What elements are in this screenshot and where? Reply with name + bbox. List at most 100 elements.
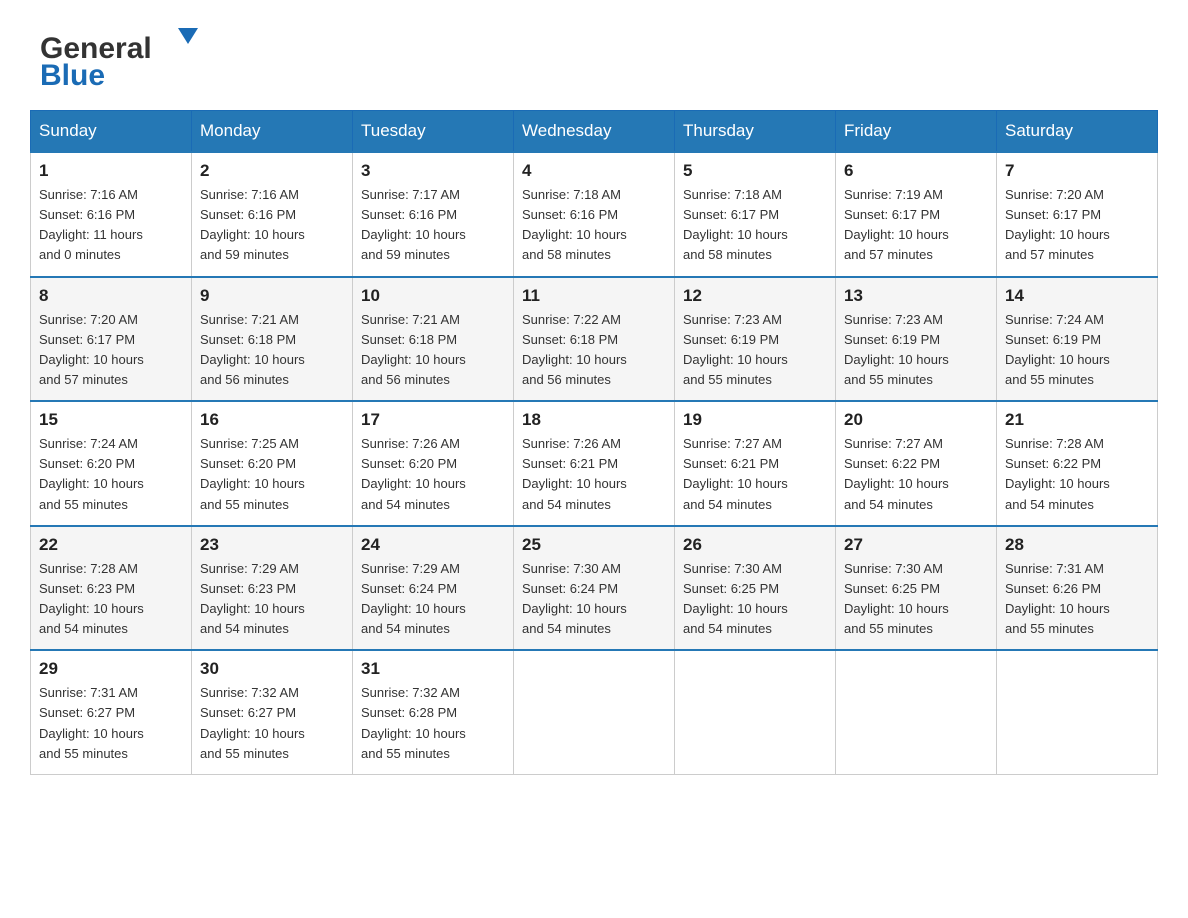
calendar-cell: 6Sunrise: 7:19 AMSunset: 6:17 PMDaylight… <box>836 152 997 277</box>
day-info: Sunrise: 7:22 AMSunset: 6:18 PMDaylight:… <box>522 310 666 391</box>
day-info: Sunrise: 7:17 AMSunset: 6:16 PMDaylight:… <box>361 185 505 266</box>
day-number: 28 <box>1005 535 1149 555</box>
logo-svg: General Blue <box>30 20 210 90</box>
calendar-header-thursday: Thursday <box>675 111 836 153</box>
calendar-cell: 24 Sunrise: 7:29 AMSunset: 6:24 PMDayligh… <box>353 526 514 651</box>
day-number: 18 <box>522 410 666 430</box>
day-number: 3 <box>361 161 505 181</box>
calendar-cell: 16 Sunrise: 7:25 AMSunset: 6:20 PMDayligh… <box>192 401 353 526</box>
day-info: Sunrise: 7:20 AMSunset: 6:17 PMDaylight:… <box>39 310 183 391</box>
calendar-cell: 10Sunrise: 7:21 AMSunset: 6:18 PMDayligh… <box>353 277 514 402</box>
day-info: Sunrise: 7:31 AMSunset: 6:26 PMDaylight:… <box>1005 559 1149 640</box>
day-number: 11 <box>522 286 666 306</box>
day-number: 12 <box>683 286 827 306</box>
day-info: Sunrise: 7:21 AMSunset: 6:18 PMDaylight:… <box>361 310 505 391</box>
page-header: General Blue <box>30 20 1158 90</box>
day-info: Sunrise: 7:30 AMSunset: 6:25 PMDaylight:… <box>844 559 988 640</box>
day-info: Sunrise: 7:16 AMSunset: 6:16 PMDaylight:… <box>200 185 344 266</box>
day-info: Sunrise: 7:24 AMSunset: 6:20 PMDaylight:… <box>39 434 183 515</box>
day-number: 27 <box>844 535 988 555</box>
day-info: Sunrise: 7:28 AMSunset: 6:23 PMDaylight:… <box>39 559 183 640</box>
calendar-cell: 13 Sunrise: 7:23 AMSunset: 6:19 PMDayligh… <box>836 277 997 402</box>
calendar-cell: 29 Sunrise: 7:31 AMSunset: 6:27 PMDayligh… <box>31 650 192 774</box>
day-info: Sunrise: 7:26 AMSunset: 6:20 PMDaylight:… <box>361 434 505 515</box>
day-number: 20 <box>844 410 988 430</box>
calendar-header-tuesday: Tuesday <box>353 111 514 153</box>
calendar-cell: 2 Sunrise: 7:16 AMSunset: 6:16 PMDaylight… <box>192 152 353 277</box>
calendar-week-row: 22 Sunrise: 7:28 AMSunset: 6:23 PMDayligh… <box>31 526 1158 651</box>
calendar-cell: 5 Sunrise: 7:18 AMSunset: 6:17 PMDaylight… <box>675 152 836 277</box>
svg-text:Blue: Blue <box>40 59 105 90</box>
calendar-cell <box>997 650 1158 774</box>
calendar-cell: 14 Sunrise: 7:24 AMSunset: 6:19 PMDayligh… <box>997 277 1158 402</box>
calendar-cell: 8 Sunrise: 7:20 AMSunset: 6:17 PMDaylight… <box>31 277 192 402</box>
day-info: Sunrise: 7:29 AMSunset: 6:24 PMDaylight:… <box>361 559 505 640</box>
day-number: 21 <box>1005 410 1149 430</box>
calendar-cell: 1 Sunrise: 7:16 AMSunset: 6:16 PMDaylight… <box>31 152 192 277</box>
day-number: 8 <box>39 286 183 306</box>
day-number: 15 <box>39 410 183 430</box>
calendar-cell: 30Sunrise: 7:32 AMSunset: 6:27 PMDayligh… <box>192 650 353 774</box>
calendar-cell: 21Sunrise: 7:28 AMSunset: 6:22 PMDayligh… <box>997 401 1158 526</box>
calendar-cell: 27 Sunrise: 7:30 AMSunset: 6:25 PMDayligh… <box>836 526 997 651</box>
calendar-cell <box>836 650 997 774</box>
day-info: Sunrise: 7:16 AMSunset: 6:16 PMDaylight:… <box>39 185 183 266</box>
calendar-header-saturday: Saturday <box>997 111 1158 153</box>
calendar-header-row: SundayMondayTuesdayWednesdayThursdayFrid… <box>31 111 1158 153</box>
calendar-cell: 18 Sunrise: 7:26 AMSunset: 6:21 PMDayligh… <box>514 401 675 526</box>
day-number: 25 <box>522 535 666 555</box>
calendar-week-row: 8 Sunrise: 7:20 AMSunset: 6:17 PMDaylight… <box>31 277 1158 402</box>
day-info: Sunrise: 7:32 AMSunset: 6:28 PMDaylight:… <box>361 683 505 764</box>
calendar-cell: 25 Sunrise: 7:30 AMSunset: 6:24 PMDayligh… <box>514 526 675 651</box>
calendar-header-wednesday: Wednesday <box>514 111 675 153</box>
day-info: Sunrise: 7:24 AMSunset: 6:19 PMDaylight:… <box>1005 310 1149 391</box>
calendar-header-friday: Friday <box>836 111 997 153</box>
calendar-table: SundayMondayTuesdayWednesdayThursdayFrid… <box>30 110 1158 775</box>
day-number: 17 <box>361 410 505 430</box>
calendar-week-row: 29 Sunrise: 7:31 AMSunset: 6:27 PMDayligh… <box>31 650 1158 774</box>
calendar-cell: 20 Sunrise: 7:27 AMSunset: 6:22 PMDayligh… <box>836 401 997 526</box>
day-info: Sunrise: 7:27 AMSunset: 6:21 PMDaylight:… <box>683 434 827 515</box>
calendar-cell: 9 Sunrise: 7:21 AMSunset: 6:18 PMDaylight… <box>192 277 353 402</box>
calendar-cell: 28 Sunrise: 7:31 AMSunset: 6:26 PMDayligh… <box>997 526 1158 651</box>
day-info: Sunrise: 7:18 AMSunset: 6:17 PMDaylight:… <box>683 185 827 266</box>
calendar-cell: 3 Sunrise: 7:17 AMSunset: 6:16 PMDaylight… <box>353 152 514 277</box>
calendar-week-row: 1 Sunrise: 7:16 AMSunset: 6:16 PMDaylight… <box>31 152 1158 277</box>
day-info: Sunrise: 7:23 AMSunset: 6:19 PMDaylight:… <box>844 310 988 391</box>
day-number: 24 <box>361 535 505 555</box>
day-info: Sunrise: 7:20 AMSunset: 6:17 PMDaylight:… <box>1005 185 1149 266</box>
day-info: Sunrise: 7:30 AMSunset: 6:25 PMDaylight:… <box>683 559 827 640</box>
calendar-cell: 31 Sunrise: 7:32 AMSunset: 6:28 PMDayligh… <box>353 650 514 774</box>
day-info: Sunrise: 7:30 AMSunset: 6:24 PMDaylight:… <box>522 559 666 640</box>
calendar-cell: 22 Sunrise: 7:28 AMSunset: 6:23 PMDayligh… <box>31 526 192 651</box>
day-info: Sunrise: 7:18 AMSunset: 6:16 PMDaylight:… <box>522 185 666 266</box>
day-number: 22 <box>39 535 183 555</box>
calendar-cell: 15 Sunrise: 7:24 AMSunset: 6:20 PMDayligh… <box>31 401 192 526</box>
calendar-week-row: 15 Sunrise: 7:24 AMSunset: 6:20 PMDayligh… <box>31 401 1158 526</box>
calendar-header-sunday: Sunday <box>31 111 192 153</box>
calendar-cell: 4Sunrise: 7:18 AMSunset: 6:16 PMDaylight… <box>514 152 675 277</box>
day-number: 5 <box>683 161 827 181</box>
day-number: 14 <box>1005 286 1149 306</box>
day-number: 9 <box>200 286 344 306</box>
calendar-header-monday: Monday <box>192 111 353 153</box>
day-number: 29 <box>39 659 183 679</box>
calendar-cell: 19Sunrise: 7:27 AMSunset: 6:21 PMDayligh… <box>675 401 836 526</box>
day-number: 16 <box>200 410 344 430</box>
day-info: Sunrise: 7:29 AMSunset: 6:23 PMDaylight:… <box>200 559 344 640</box>
day-number: 13 <box>844 286 988 306</box>
day-info: Sunrise: 7:31 AMSunset: 6:27 PMDaylight:… <box>39 683 183 764</box>
day-number: 6 <box>844 161 988 181</box>
day-info: Sunrise: 7:23 AMSunset: 6:19 PMDaylight:… <box>683 310 827 391</box>
day-info: Sunrise: 7:21 AMSunset: 6:18 PMDaylight:… <box>200 310 344 391</box>
calendar-cell: 12 Sunrise: 7:23 AMSunset: 6:19 PMDayligh… <box>675 277 836 402</box>
day-info: Sunrise: 7:26 AMSunset: 6:21 PMDaylight:… <box>522 434 666 515</box>
day-info: Sunrise: 7:27 AMSunset: 6:22 PMDaylight:… <box>844 434 988 515</box>
day-number: 7 <box>1005 161 1149 181</box>
day-number: 2 <box>200 161 344 181</box>
calendar-cell: 7 Sunrise: 7:20 AMSunset: 6:17 PMDaylight… <box>997 152 1158 277</box>
day-info: Sunrise: 7:25 AMSunset: 6:20 PMDaylight:… <box>200 434 344 515</box>
day-number: 1 <box>39 161 183 181</box>
calendar-cell: 17 Sunrise: 7:26 AMSunset: 6:20 PMDayligh… <box>353 401 514 526</box>
day-number: 31 <box>361 659 505 679</box>
